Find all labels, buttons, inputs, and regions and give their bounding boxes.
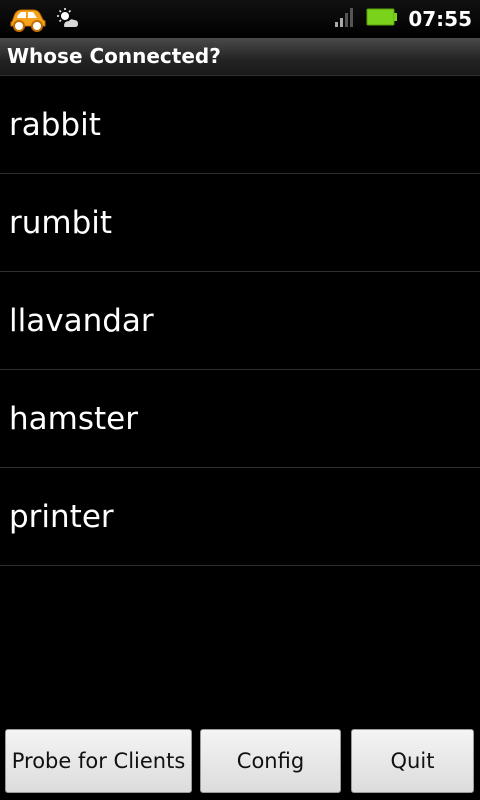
client-name: llavandar (9, 302, 154, 339)
signal-icon (334, 6, 356, 32)
button-bar: Probe for Clients Config Quit (0, 722, 480, 800)
list-item[interactable]: printer (0, 468, 480, 566)
title-bar: Whose Connected? (0, 38, 480, 76)
client-list: rabbit rumbit llavandar hamster printer (0, 76, 480, 566)
system-status-area: 07:55 (334, 6, 472, 32)
weather-icon (56, 7, 80, 35)
quit-button[interactable]: Quit (351, 729, 474, 793)
battery-icon (366, 8, 398, 30)
status-bar: 07:55 (0, 0, 480, 38)
probe-for-clients-button[interactable]: Probe for Clients (5, 729, 192, 793)
clock: 07:55 (408, 7, 472, 31)
client-name: rabbit (9, 106, 101, 143)
car-icon (8, 6, 48, 36)
list-item[interactable]: rabbit (0, 76, 480, 174)
screen: 07:55 Whose Connected? rabbit rumbit lla… (0, 0, 480, 800)
client-name: printer (9, 498, 114, 535)
page-title: Whose Connected? (7, 44, 221, 68)
list-item[interactable]: hamster (0, 370, 480, 468)
client-name: rumbit (9, 204, 113, 241)
config-button[interactable]: Config (200, 729, 341, 793)
list-item[interactable]: rumbit (0, 174, 480, 272)
list-item[interactable]: llavandar (0, 272, 480, 370)
client-name: hamster (9, 400, 138, 437)
notification-area (8, 6, 80, 36)
